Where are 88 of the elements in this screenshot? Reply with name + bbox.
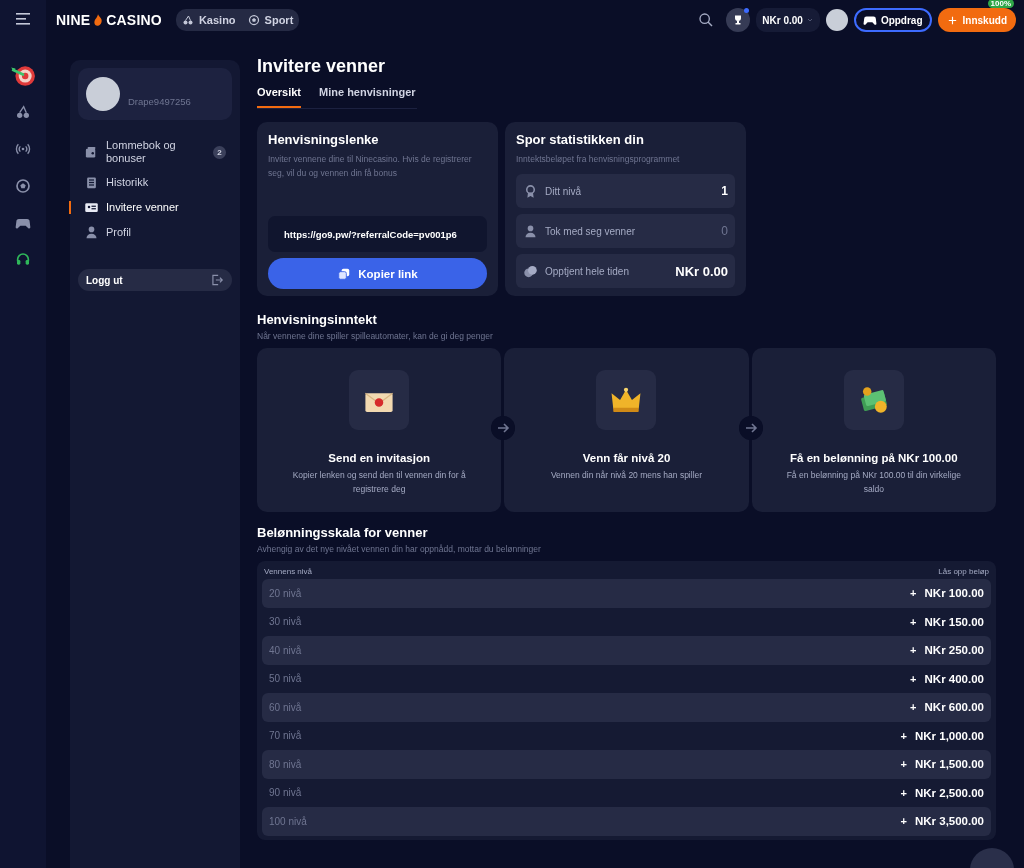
section-subtitle: Avhengig av det nye nivået vennen din har oppnådd, mottar du belønninger — [257, 544, 542, 554]
plus-sign: + — [900, 786, 907, 799]
person-icon — [523, 223, 538, 239]
cherry-icon — [15, 103, 31, 120]
plus-sign: + — [900, 729, 907, 742]
link-field[interactable]: https://go9.pw/?referralCode=pv001p6 — [268, 216, 487, 252]
level-cell-text: 80 nivå — [269, 758, 303, 770]
sidebar-item[interactable]: Historikk — [78, 170, 232, 195]
amount-cell: NKr 600.00 — [924, 701, 984, 714]
step-title: Venn får nivå 20 — [582, 452, 671, 464]
card-description: Inviter vennene dine til Ninecasino. Hvis de registrerer seg, vil du og vennen din få bonus — [268, 153, 473, 180]
menu-icon[interactable] — [16, 13, 30, 25]
amount-cell: NKr 100.00 — [924, 587, 984, 600]
stat-label: Ditt nivå — [545, 185, 583, 197]
amount-cell: NKr 2,500.00 — [914, 786, 984, 799]
avatar-button[interactable] — [825, 9, 848, 31]
cherry-icon — [181, 14, 194, 26]
card-subtitle: Inntektsbeløpet fra henvisningsprogrammet — [516, 153, 681, 166]
level-cell-text: 20 nivå — [269, 587, 303, 599]
stat-value: 1 — [721, 184, 728, 198]
plus-sign: + — [900, 758, 907, 771]
section-title: Henvisningsinntekt — [257, 312, 378, 327]
amount-cell: NKr 1,500.00 — [914, 758, 984, 771]
clipboard-icon — [84, 175, 99, 190]
amount-cell: NKr 250.00 — [924, 644, 984, 657]
step-description: Vennen din når nivå 20 mens han spiller — [549, 469, 704, 482]
level-cell-text: 100 nivå — [269, 815, 308, 827]
copy-link-button[interactable]: Kopier link — [268, 258, 487, 289]
soccer-ball-icon — [15, 177, 31, 194]
page-title: Invitere venner — [257, 55, 387, 78]
step-title: Send en invitasjon — [328, 452, 430, 464]
section-subtitle: Når vennene dine spiller spilleautomater, kan de gi deg penger — [257, 331, 494, 341]
sidebar-item[interactable]: Profil — [78, 220, 232, 245]
plus-sign: + — [900, 815, 907, 828]
level-cell-text: 60 nivå — [269, 701, 303, 713]
headset-icon — [15, 251, 31, 268]
level-cell-text: 50 nivå — [269, 673, 303, 685]
id-card-icon — [84, 200, 99, 215]
level-cell-text: 70 nivå — [269, 730, 303, 742]
medal-icon — [523, 183, 538, 199]
sidebar-item[interactable]: Invitere venner — [78, 195, 232, 220]
stat-value: 0 — [721, 224, 728, 238]
percent-badge: 100% — [987, 0, 1014, 8]
amount-cell: NKr 3,500.00 — [914, 815, 984, 828]
balance-dropdown[interactable]: NKr 0.00 — [756, 8, 820, 32]
amount-cell: NKr 1,000.00 — [914, 729, 984, 742]
plus-sign: + — [910, 644, 917, 657]
stat-label: Tok med seg venner — [545, 225, 637, 237]
logo-text: CASINO — [106, 12, 162, 28]
coins-icon — [523, 263, 538, 279]
quests-button[interactable]: Oppdrag — [853, 8, 932, 32]
trophy-button[interactable] — [726, 8, 751, 32]
search-icon[interactable] — [698, 12, 715, 28]
section-title: Belønningsskala for venner — [257, 525, 429, 540]
amount-cell: NKr 400.00 — [924, 672, 984, 685]
plus-sign: + — [910, 672, 917, 685]
card-title: Henvisningslenke — [268, 132, 380, 147]
chevron-down-icon — [805, 16, 814, 24]
nav-link[interactable]: Kasino — [181, 14, 236, 26]
plus-sign: + — [910, 615, 917, 628]
column-header: Lås opp beløp — [938, 567, 989, 576]
username: Drape9497256 — [128, 95, 191, 107]
logout-button[interactable]: Logg ut — [78, 269, 232, 291]
exit-icon — [210, 273, 224, 287]
level-cell-text: 40 nivå — [269, 644, 303, 656]
sidebar-item[interactable]: Lommebok og bonuser 2 — [78, 134, 232, 170]
tab[interactable]: Oversikt — [257, 86, 302, 108]
step-description: Få en belønning på NKr 100.00 til din virkelige saldo — [785, 469, 962, 496]
level-cell-text: 90 nivå — [269, 787, 303, 799]
card-title: Spor statistikken din — [516, 132, 645, 147]
copy-icon — [337, 266, 352, 281]
tab[interactable]: Mine henvisninger — [319, 86, 416, 108]
nav-link[interactable]: Sport — [247, 14, 294, 26]
amount-cell: NKr 150.00 — [924, 615, 984, 628]
plus-icon — [946, 14, 958, 26]
column-header: Vennens nivå — [264, 567, 313, 576]
plus-sign: + — [910, 701, 917, 714]
person-icon — [84, 225, 99, 240]
step-title: Få en belønning på NKr 100.00 — [790, 452, 958, 464]
stat-value: NKr 0.00 — [675, 263, 728, 279]
level-cell-text: 30 nivå — [269, 616, 303, 628]
plus-sign: + — [910, 587, 917, 600]
selection-marker — [69, 201, 71, 214]
soccer-ball-icon — [247, 14, 260, 26]
logo-text: NINE — [56, 12, 91, 28]
step-description: Kopier lenken og send den til vennen din for å registrere deg — [291, 469, 467, 496]
avatar — [86, 77, 120, 111]
stat-label: Opptjent hele tiden — [545, 265, 630, 277]
